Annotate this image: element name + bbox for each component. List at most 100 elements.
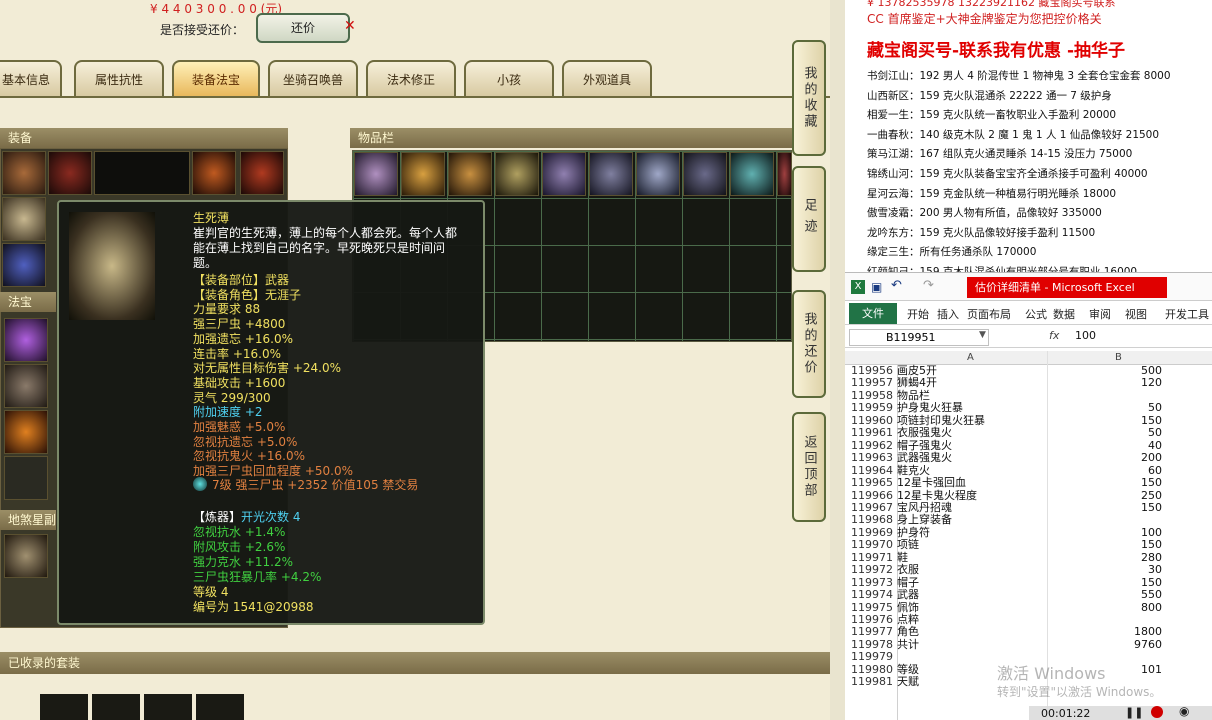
back-to-top-button[interactable]: 返回顶部 xyxy=(792,412,826,522)
col-header-b[interactable]: B xyxy=(1115,352,1122,363)
close-icon[interactable]: ✕ xyxy=(344,18,356,34)
cell-a[interactable]: 项链 xyxy=(897,538,919,551)
tab-basic-info[interactable]: 基本信息 xyxy=(0,60,62,96)
cell-a[interactable]: 身上穿装备 xyxy=(897,513,952,526)
footprint-button[interactable]: 足迹 xyxy=(792,166,826,272)
col-header-a[interactable]: A xyxy=(967,352,974,363)
save-icon[interactable]: ▣ xyxy=(871,280,882,294)
suit-slot[interactable] xyxy=(196,694,244,720)
inventory-item[interactable] xyxy=(636,152,680,196)
file-tab[interactable]: 文件 xyxy=(849,303,897,324)
equip-slot[interactable] xyxy=(94,151,190,195)
dishaxing-slot[interactable] xyxy=(4,534,48,578)
cell-b[interactable]: 200 xyxy=(1141,451,1162,464)
cell-a[interactable]: 衣服 xyxy=(897,563,919,576)
inventory-item[interactable] xyxy=(448,152,492,196)
inventory-item[interactable] xyxy=(730,152,774,196)
row-number[interactable]: 119963 xyxy=(851,451,897,464)
row-number[interactable]: 119972 xyxy=(851,563,897,576)
listing-line[interactable]: 缘定三生：所有任务通杀队 170000 xyxy=(867,244,1036,259)
sheet-row[interactable]: 119968 身上穿装备 xyxy=(845,513,1212,526)
cell-b[interactable]: 50 xyxy=(1148,426,1162,439)
equip-slot[interactable] xyxy=(48,151,92,195)
redo-icon[interactable]: ↷ xyxy=(923,278,934,293)
listing-line[interactable]: 锦绣山河：159 克火队装备宝宝齐全通杀接手可盈利 40000 xyxy=(867,166,1148,181)
row-number[interactable]: 119979 xyxy=(851,650,897,663)
cell-a[interactable]: 护身鬼火狂暴 xyxy=(897,401,963,414)
equip-slot[interactable] xyxy=(192,151,236,195)
row-number[interactable]: 119957 xyxy=(851,377,897,390)
cell-b[interactable]: 800 xyxy=(1141,601,1162,614)
ribbon-tab[interactable]: 开发工具 xyxy=(1165,306,1209,322)
tab-appearance[interactable]: 外观道具 xyxy=(562,60,652,96)
inventory-item[interactable] xyxy=(542,152,586,196)
ribbon-tab[interactable]: 页面布局 xyxy=(967,306,1011,322)
suit-slot[interactable] xyxy=(144,694,192,720)
sheet-row[interactable]: 119972 衣服 30 xyxy=(845,563,1212,576)
pause-icon[interactable]: ❚❚ xyxy=(1125,706,1143,719)
camera-icon[interactable]: ◉ xyxy=(1179,704,1189,718)
inventory-item[interactable] xyxy=(354,152,398,196)
ribbon-tab[interactable]: 数据 xyxy=(1053,306,1075,322)
counter-offer-button[interactable]: 还价 xyxy=(256,13,350,43)
listing-line[interactable]: 龙吟东方：159 克火队品像较好接手盈利 11500 xyxy=(867,225,1095,240)
sheet-row[interactable]: 119961 衣服强鬼火 50 xyxy=(845,426,1212,439)
listing-line[interactable]: 书剑江山：192 男人 4 阶混传世 1 物神鬼 3 全套仓宝金套 8000 xyxy=(867,68,1171,83)
inventory-item[interactable] xyxy=(683,152,727,196)
undo-icon[interactable]: ↶ xyxy=(891,278,902,293)
fx-icon[interactable]: fx xyxy=(1049,329,1059,342)
name-box[interactable]: B119951 xyxy=(849,329,989,346)
cell-b[interactable]: 9760 xyxy=(1134,638,1162,651)
sheet-row[interactable]: 119970 项链 150 xyxy=(845,538,1212,551)
tab-resistance[interactable]: 属性抗性 xyxy=(74,60,164,96)
cell-a[interactable]: 天赋 xyxy=(897,675,919,688)
equip-slot-weapon[interactable] xyxy=(2,197,46,241)
row-number[interactable]: 119970 xyxy=(851,538,897,551)
cell-b[interactable]: 150 xyxy=(1141,538,1162,551)
listing-line[interactable]: 傲雪凌霜：200 男人物有所值，品像较好 335000 xyxy=(867,205,1102,220)
inventory-item[interactable] xyxy=(401,152,445,196)
sheet-row[interactable]: 119963 武器强鬼火 200 xyxy=(845,451,1212,464)
cell-a[interactable]: 衣服强鬼火 xyxy=(897,426,952,439)
equip-slot[interactable] xyxy=(2,243,46,287)
ribbon-tab[interactable]: 开始 xyxy=(907,306,929,322)
tab-child[interactable]: 小孩 xyxy=(464,60,554,96)
tab-spell-fix[interactable]: 法术修正 xyxy=(366,60,456,96)
row-number[interactable]: 119974 xyxy=(851,588,897,601)
sheet-row[interactable]: 119957 狮蝎4开 120 xyxy=(845,377,1212,390)
namebox-dropdown-icon[interactable]: ▼ xyxy=(979,330,986,340)
ribbon-tab[interactable]: 审阅 xyxy=(1089,306,1111,322)
cell-a[interactable]: 狮蝎4开 xyxy=(897,377,937,390)
cell-b[interactable]: 150 xyxy=(1141,501,1162,514)
ribbon-tab[interactable]: 公式 xyxy=(1025,306,1047,322)
row-number[interactable]: 119968 xyxy=(851,513,897,526)
row-number[interactable]: 119965 xyxy=(851,476,897,489)
ribbon-tab[interactable]: 视图 xyxy=(1125,306,1147,322)
record-icon[interactable] xyxy=(1151,706,1163,718)
my-counter-offers-button[interactable]: 我的还价 xyxy=(792,290,826,398)
cell-b[interactable]: 550 xyxy=(1141,588,1162,601)
cell-b[interactable]: 50 xyxy=(1148,401,1162,414)
listing-line[interactable]: 山西新区：159 克火队混通杀 22222 通一 7 级护身 xyxy=(867,88,1112,103)
cell-b[interactable]: 101 xyxy=(1141,663,1162,676)
fabao-slot[interactable] xyxy=(4,410,48,454)
row-number[interactable]: 119981 xyxy=(851,675,897,688)
listing-line[interactable]: 一曲春秋：140 级克木队 2 魔 1 鬼 1 人 1 仙品像较好 21500 xyxy=(867,127,1159,142)
row-number[interactable]: 119977 xyxy=(851,626,897,639)
row-number[interactable]: 119961 xyxy=(851,426,897,439)
cell-b[interactable]: 150 xyxy=(1141,476,1162,489)
formula-input[interactable]: 100 xyxy=(1075,329,1096,342)
equip-slot[interactable] xyxy=(2,151,46,195)
row-number[interactable]: 119959 xyxy=(851,401,897,414)
inventory-item[interactable] xyxy=(495,152,539,196)
sheet-row[interactable]: 119965 12星卡强回血 150 xyxy=(845,476,1212,489)
tab-equipment[interactable]: 装备法宝 xyxy=(172,60,260,96)
cell-b[interactable]: 30 xyxy=(1148,563,1162,576)
sheet-row[interactable]: 119978 共计 9760 xyxy=(845,638,1212,651)
suit-slot[interactable] xyxy=(40,694,88,720)
sheet-row[interactable]: 119974 武器 550 xyxy=(845,588,1212,601)
inventory-item[interactable] xyxy=(589,152,633,196)
fabao-slot[interactable] xyxy=(4,364,48,408)
listing-line[interactable]: 策马江湖：167 组队克火通灵睡杀 14-15 没压力 75000 xyxy=(867,146,1132,161)
ribbon-tab[interactable]: 插入 xyxy=(937,306,959,322)
